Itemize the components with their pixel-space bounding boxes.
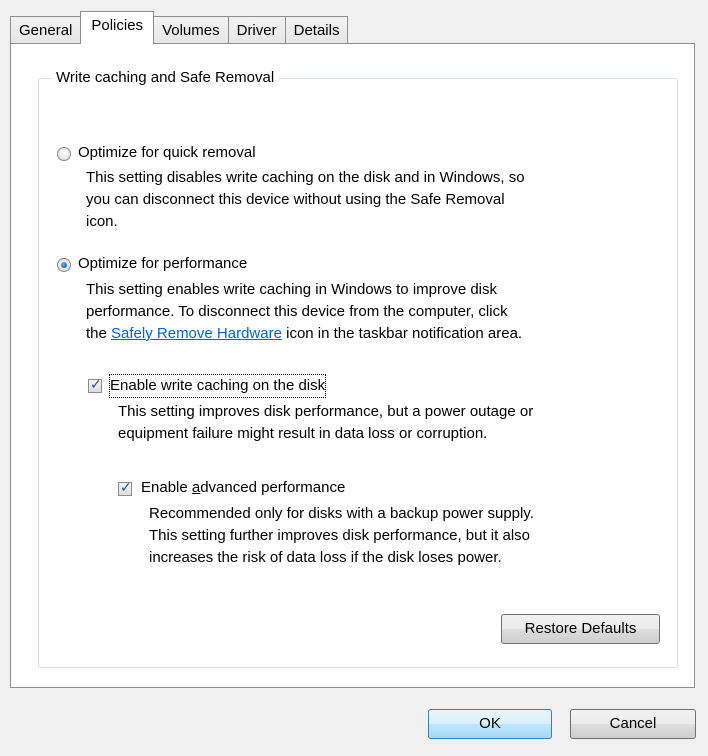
performance-desc-line: the Safely Remove Hardware icon in the t… [86,323,522,345]
performance-radio[interactable] [57,258,71,272]
quick-removal-label[interactable]: Optimize for quick removal [78,142,256,164]
access-key: a [191,479,201,496]
tab-driver[interactable]: Driver [227,16,286,44]
performance-desc-line: performance. To disconnect this device f… [86,303,508,320]
advanced-performance-checkbox[interactable]: ✓ [118,480,132,496]
quick-removal-description: This setting disables write caching on t… [86,167,525,233]
ok-button[interactable]: OK [428,709,552,739]
quick-removal-desc-line: icon. [86,213,118,230]
tab-general[interactable]: General [10,16,82,44]
write-caching-checkbox[interactable]: ✓ [88,377,102,393]
groupbox-title: Write caching and Safe Removal [52,67,279,89]
advanced-performance-label-text: dvanced performance [200,479,346,496]
write-caching-groupbox: Write caching and Safe Removal Optimize … [38,67,678,668]
advanced-performance-label-text: Enable [141,479,192,496]
restore-defaults-button[interactable]: Restore Defaults [501,614,660,644]
tab-strip: General Policies Volumes Driver Details [10,11,349,44]
advanced-performance-description: Recommended only for disks with a backup… [149,503,534,569]
write-caching-description: This setting improves disk performance, … [118,401,533,445]
quick-removal-radio[interactable] [57,147,71,161]
write-caching-desc-line: equipment failure might result in data l… [118,425,488,442]
quick-removal-desc-line: This setting disables write caching on t… [86,169,525,186]
tab-details[interactable]: Details [284,16,349,44]
performance-label[interactable]: Optimize for performance [78,253,247,275]
performance-desc-text: icon in the taskbar notification area. [281,325,523,342]
advanced-performance-desc-line: Recommended only for disks with a backup… [149,505,534,522]
tab-policies[interactable]: Policies [80,11,155,44]
checkmark-icon: ✓ [120,480,132,496]
cancel-button[interactable]: Cancel [570,709,696,739]
performance-desc-text: the [86,325,112,342]
write-caching-label[interactable]: Enable write caching on the disk [108,374,327,398]
checkmark-icon: ✓ [90,377,102,393]
performance-desc-line: This setting enables write caching in Wi… [86,281,498,298]
tab-volumes[interactable]: Volumes [153,16,229,44]
performance-description: This setting enables write caching in Wi… [86,279,522,345]
policies-panel: Write caching and Safe Removal Optimize … [10,43,695,688]
advanced-performance-desc-line: This setting further improves disk perfo… [149,527,530,544]
advanced-performance-desc-line: increases the risk of data loss if the d… [149,549,502,566]
write-caching-desc-line: This setting improves disk performance, … [118,403,534,420]
radio-selected-dot [61,262,67,268]
quick-removal-desc-line: you can disconnect this device without u… [86,191,505,208]
safely-remove-hardware-link[interactable]: Safely Remove Hardware [111,325,282,342]
advanced-performance-label[interactable]: Enable advanced performance [141,477,345,499]
